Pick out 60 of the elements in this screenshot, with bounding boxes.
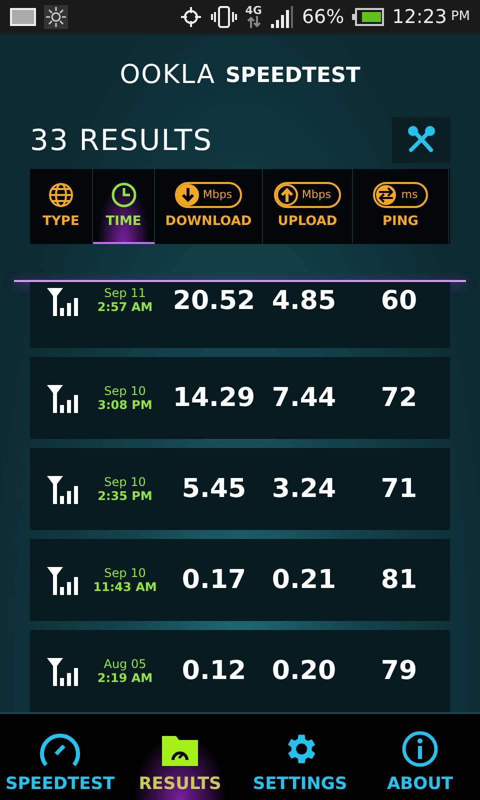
signal-tower-icon	[45, 286, 81, 316]
result-time: 3:08 PM	[98, 398, 152, 412]
result-time: 11:43 AM	[93, 580, 157, 594]
data-arrows-icon	[246, 16, 261, 28]
swap-arrows-icon	[375, 184, 398, 206]
network-type: 4G	[245, 5, 262, 16]
upload-speed: 4.85	[270, 286, 338, 316]
result-date: Sep 10	[104, 474, 146, 489]
ping-value: 79	[380, 656, 418, 686]
result-row[interactable]: Sep 10 2:35 PM 5.45 3.24 71	[30, 448, 450, 530]
result-time: 2:35 PM	[98, 488, 152, 503]
sort-tab[interactable]: TIME	[93, 168, 155, 244]
result-time: 2:19 AM	[97, 670, 153, 685]
info-icon	[401, 730, 439, 768]
download-speed: 20.52	[172, 286, 256, 316]
result-row[interactable]: Sep 10 3:08 PM 14.29 7.44 72	[30, 356, 450, 439]
signal-tower-icon	[45, 474, 81, 504]
ping-value: 81	[380, 564, 418, 595]
result-row[interactable]: Sep 11 2:57 AM 20.52 4.85 60	[30, 282, 450, 348]
signal-icon	[270, 6, 294, 28]
brightness-icon	[44, 4, 68, 29]
battery-icon	[352, 8, 384, 26]
unit-label: ms	[401, 188, 418, 202]
result-date: Aug 05	[104, 656, 146, 671]
gauge-icon	[38, 732, 82, 768]
signal-tower-icon	[45, 382, 81, 413]
download-speed: 14.29	[172, 382, 256, 413]
upload-speed: 0.21	[270, 564, 338, 595]
image-icon	[10, 8, 36, 26]
results-count: 33 RESULTS	[30, 122, 213, 157]
clock-time: 12:23	[392, 6, 447, 28]
result-date: Sep 11	[104, 286, 146, 300]
ping-value: 72	[380, 382, 418, 413]
result-date: Sep 10	[104, 384, 146, 398]
upload-speed: 3.24	[270, 474, 338, 504]
battery-percent: 66%	[302, 6, 344, 28]
ping-value: 71	[380, 474, 418, 504]
gps-icon	[179, 4, 204, 29]
result-time: 2:57 AM	[97, 300, 153, 314]
tools-button[interactable]	[392, 116, 450, 163]
download-speed: 5.45	[180, 474, 248, 504]
vibrate-icon	[211, 4, 238, 29]
clock-ampm: PM	[450, 9, 470, 24]
result-row[interactable]: Sep 10 11:43 AM 0.17 0.21 81	[30, 538, 450, 621]
ping-value: 60	[380, 286, 418, 316]
signal-tower-icon	[45, 564, 81, 595]
result-date: Sep 10	[104, 566, 146, 580]
globe-icon	[48, 182, 74, 208]
upload-speed: 0.20	[270, 656, 338, 686]
unit-label: Mbps	[202, 188, 232, 202]
download-speed: 0.17	[180, 564, 248, 595]
unit-label: Mbps	[302, 188, 332, 202]
clock-icon	[110, 182, 136, 208]
brand-logo: OOKLA	[120, 60, 216, 90]
upload-speed: 7.44	[270, 382, 338, 413]
tools-icon	[406, 124, 436, 155]
app-name: SPEEDTEST	[226, 63, 360, 88]
download-speed: 0.12	[180, 656, 248, 686]
result-row[interactable]: Aug 05 2:19 AM 0.12 0.20 79	[30, 630, 450, 712]
signal-tower-icon	[45, 656, 81, 686]
